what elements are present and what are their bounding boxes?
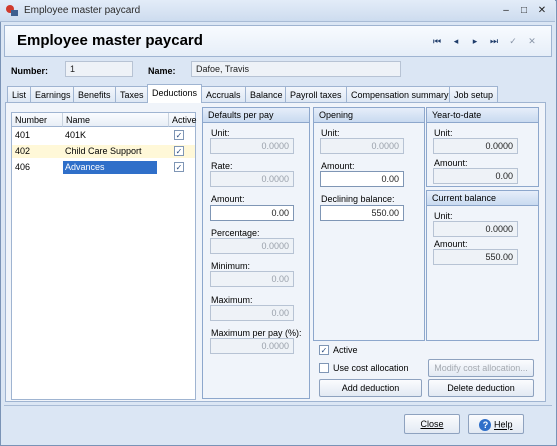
ytd-title: Year-to-date bbox=[427, 108, 538, 123]
row-number: 402 bbox=[15, 146, 31, 156]
tab-taxes[interactable]: Taxes bbox=[115, 86, 149, 102]
close-button-label: Close bbox=[420, 419, 444, 429]
cancel-icon[interactable]: ✕ bbox=[524, 34, 540, 48]
active-checkbox[interactable]: ✓ bbox=[319, 345, 329, 355]
ytd-group: Year-to-date Unit: 0.0000 Amount: 0.00 bbox=[426, 107, 539, 187]
table-row[interactable]: 402 Child Care Support ✓ bbox=[12, 145, 195, 158]
title-bar: Employee master paycard – □ ✕ bbox=[0, 0, 555, 22]
deductions-table: Number Name Active 401 401K ✓ 402 Child … bbox=[11, 112, 197, 400]
row-name-selected: Advances bbox=[63, 161, 157, 174]
last-record-icon[interactable]: ⏭ bbox=[486, 34, 502, 48]
defaults-rate-label: Rate: bbox=[211, 161, 233, 171]
name-field[interactable]: Dafoe, Travis bbox=[191, 61, 401, 77]
declining-balance-field[interactable]: 550.00 bbox=[320, 205, 404, 221]
row-active-checkbox[interactable]: ✓ bbox=[174, 162, 184, 172]
next-record-icon[interactable]: ▸ bbox=[467, 34, 483, 48]
column-header-active[interactable]: Active bbox=[169, 113, 197, 127]
defaults-maximum-field[interactable]: 0.00 bbox=[210, 305, 294, 321]
tab-list[interactable]: List bbox=[7, 86, 32, 102]
number-field[interactable]: 1 bbox=[65, 61, 133, 77]
defaults-rate-field[interactable]: 0.0000 bbox=[210, 171, 294, 187]
help-icon: ? bbox=[479, 418, 492, 431]
cost-allocation-label: Use cost allocation bbox=[333, 363, 409, 373]
opening-unit-field[interactable]: 0.0000 bbox=[320, 138, 404, 154]
maximize-icon[interactable]: □ bbox=[516, 3, 532, 18]
row-name: 401K bbox=[65, 130, 87, 140]
defaults-max-per-pay-label: Maximum per pay (%): bbox=[211, 328, 302, 338]
opening-amount-label: Amount: bbox=[321, 161, 355, 171]
opening-amount-field[interactable]: 0.00 bbox=[320, 171, 404, 187]
footer-divider bbox=[4, 405, 552, 406]
defaults-percentage-label: Percentage: bbox=[211, 228, 260, 238]
row-active-checkbox[interactable]: ✓ bbox=[174, 130, 184, 140]
tab-accruals[interactable]: Accruals bbox=[201, 86, 246, 102]
first-record-icon[interactable]: ⏮ bbox=[429, 34, 445, 48]
close-button[interactable]: Close bbox=[404, 414, 460, 434]
window-title: Employee master paycard bbox=[24, 5, 141, 16]
tab-earnings[interactable]: Earnings bbox=[30, 86, 76, 102]
table-row[interactable]: 406 Advances ✓ bbox=[12, 161, 195, 174]
check-icon[interactable]: ✓ bbox=[505, 34, 521, 48]
current-unit-label: Unit: bbox=[434, 211, 453, 221]
row-active-checkbox[interactable]: ✓ bbox=[174, 146, 184, 156]
row-number: 401 bbox=[15, 130, 31, 140]
defaults-amount-label: Amount: bbox=[211, 194, 245, 204]
help-button-label: Help bbox=[494, 419, 513, 430]
app-icon bbox=[6, 5, 18, 16]
current-balance-title: Current balance bbox=[427, 191, 538, 206]
minimize-icon[interactable]: – bbox=[498, 3, 514, 18]
help-button[interactable]: ? Help bbox=[468, 414, 524, 434]
opening-unit-label: Unit: bbox=[321, 128, 340, 138]
tab-benefits[interactable]: Benefits bbox=[73, 86, 116, 102]
defaults-minimum-label: Minimum: bbox=[211, 261, 251, 271]
tab-deductions[interactable]: Deductions bbox=[147, 84, 203, 103]
defaults-maximum-label: Maximum: bbox=[211, 295, 253, 305]
cost-allocation-checkbox[interactable] bbox=[319, 363, 329, 373]
modify-cost-allocation-button[interactable]: Modify cost allocation... bbox=[428, 359, 534, 377]
tab-payroll-taxes[interactable]: Payroll taxes bbox=[285, 86, 347, 102]
column-header-name[interactable]: Name bbox=[63, 113, 169, 127]
delete-deduction-button[interactable]: Delete deduction bbox=[428, 379, 534, 397]
add-deduction-button[interactable]: Add deduction bbox=[319, 379, 422, 397]
current-amount-field[interactable]: 550.00 bbox=[433, 249, 518, 265]
defaults-minimum-field[interactable]: 0.00 bbox=[210, 271, 294, 287]
defaults-unit-field[interactable]: 0.0000 bbox=[210, 138, 294, 154]
row-name: Child Care Support bbox=[65, 146, 142, 156]
tab-balance[interactable]: Balance bbox=[245, 86, 288, 102]
ytd-unit-field[interactable]: 0.0000 bbox=[433, 138, 518, 154]
opening-group: Opening Unit: 0.0000 Amount: 0.00 Declin… bbox=[313, 107, 425, 341]
number-label: Number: bbox=[11, 66, 49, 76]
ytd-unit-label: Unit: bbox=[434, 128, 453, 138]
name-label: Name: bbox=[148, 66, 176, 76]
header-band: Employee master paycard ⏮ ◂ ▸ ⏭ ✓ ✕ bbox=[4, 25, 552, 57]
defaults-amount-field[interactable]: 0.00 bbox=[210, 205, 294, 221]
previous-record-icon[interactable]: ◂ bbox=[448, 34, 464, 48]
defaults-max-per-pay-field[interactable]: 0.0000 bbox=[210, 338, 294, 354]
current-balance-group: Current balance Unit: 0.0000 Amount: 550… bbox=[426, 190, 539, 341]
ytd-amount-label: Amount: bbox=[434, 158, 468, 168]
declining-balance-label: Declining balance: bbox=[321, 194, 395, 204]
defaults-percentage-field[interactable]: 0.0000 bbox=[210, 238, 294, 254]
defaults-title: Defaults per pay bbox=[203, 108, 309, 123]
tab-compensation-summary[interactable]: Compensation summary bbox=[346, 86, 454, 102]
defaults-unit-label: Unit: bbox=[211, 128, 230, 138]
current-unit-field[interactable]: 0.0000 bbox=[433, 221, 518, 237]
opening-title: Opening bbox=[314, 108, 424, 123]
column-header-number[interactable]: Number bbox=[12, 113, 63, 127]
page-title: Employee master paycard bbox=[17, 32, 203, 49]
tab-job-setup[interactable]: Job setup bbox=[449, 86, 499, 102]
table-row[interactable]: 401 401K ✓ bbox=[12, 129, 195, 142]
defaults-group: Defaults per pay Unit: 0.0000 Rate: 0.00… bbox=[202, 107, 310, 399]
active-label: Active bbox=[333, 345, 358, 355]
ytd-amount-field[interactable]: 0.00 bbox=[433, 168, 518, 184]
close-window-icon[interactable]: ✕ bbox=[534, 3, 550, 18]
row-number: 406 bbox=[15, 162, 31, 172]
current-amount-label: Amount: bbox=[434, 239, 468, 249]
